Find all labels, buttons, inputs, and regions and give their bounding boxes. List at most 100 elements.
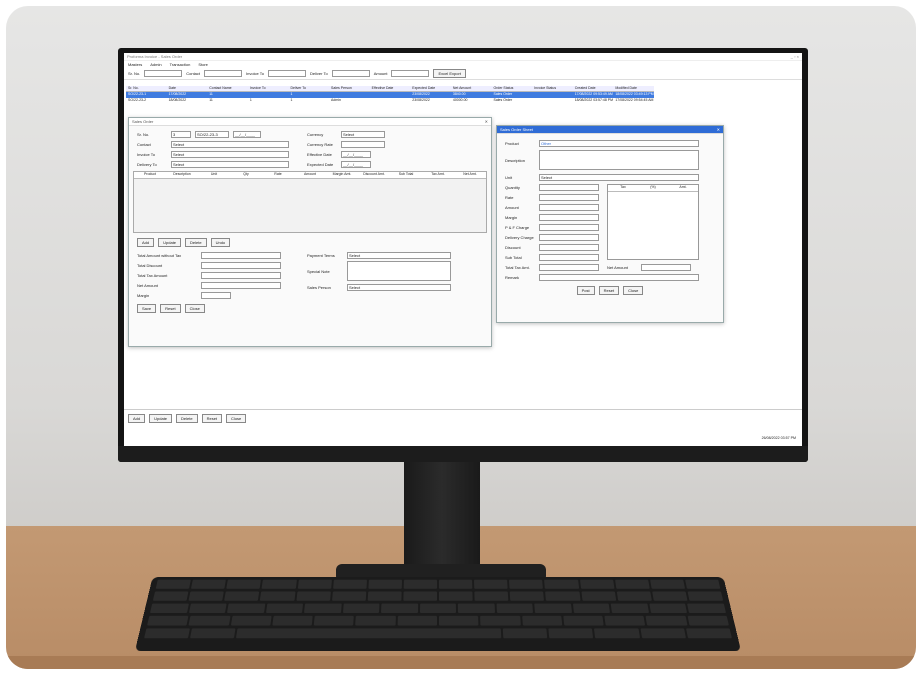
column-header[interactable]: Contact Name [207,86,248,91]
currency-rate-field[interactable] [341,140,385,148]
delivery-charge-field[interactable] [539,233,599,241]
order-date-field[interactable]: __/__/____ [233,130,261,138]
item-delete-button[interactable]: Delete [185,238,207,247]
net-amount-field[interactable] [641,263,691,271]
table-row[interactable]: SO/22-23-2 18/08/2022 11 1 1 Admin 23/08/20… [126,98,654,104]
column-header[interactable]: Invoice Status [532,86,573,91]
unit-select[interactable]: Select [539,173,699,181]
sub-total-field[interactable] [539,253,599,261]
menu-bar: Masters Admin Transaction Store [124,61,802,68]
total-field[interactable] [201,261,281,269]
column-header[interactable]: Expected Date [410,86,451,91]
total-field[interactable] [201,281,281,289]
field-label: Remark [505,274,520,280]
close-button[interactable]: Close [184,304,205,313]
cell: 11 [209,98,213,102]
filter-input[interactable] [204,70,243,77]
column-header[interactable]: Modified Date [613,86,654,91]
total-field[interactable] [201,271,281,279]
product-select[interactable]: Other [539,139,699,147]
column-header[interactable]: Deliver To [288,86,329,91]
field-label: Product [505,140,519,146]
sales-person-select[interactable]: Select [347,283,451,291]
column-header: Sub Total [398,172,414,176]
filter-input[interactable] [331,70,370,77]
total-field[interactable] [201,251,281,259]
reset-button[interactable]: Reset [160,304,181,313]
item-add-button[interactable]: Add [137,238,155,247]
items-table: Product Description Unit Qty Rate Amount Ma… [133,171,487,233]
app-title: Proforma Invoice - Sales Order [127,54,183,59]
post-button[interactable]: Post [576,286,595,295]
reset-button[interactable]: Reset [598,286,620,295]
sr-no-code-field[interactable]: SO/22-23-3 [195,130,229,138]
total-field[interactable] [201,291,231,299]
total-label: Total Tax Amount [137,272,168,278]
total-label: Net Amount [137,282,158,288]
excel-export-button[interactable]: Excel Export [433,69,466,78]
field-label: Margin [505,214,518,220]
menu-masters[interactable]: Masters [128,62,142,67]
cell: 1 [249,98,252,102]
close-button[interactable]: Close [623,286,644,295]
save-button[interactable]: Save [137,304,157,313]
delete-button[interactable]: Delete [176,414,198,423]
payment-terms-select[interactable]: Select [347,251,451,259]
description-field[interactable] [539,150,699,170]
cell [532,98,573,104]
reset-button[interactable]: Reset [201,414,223,423]
cell: 1 [290,98,293,102]
filter-input[interactable] [391,70,430,77]
rate-field[interactable] [539,193,599,201]
bottom-toolbar: Add Update Delete Reset Close [124,409,802,427]
invoice-to-select[interactable]: Select [171,150,289,158]
currency-select[interactable]: Select [341,130,385,138]
column-header[interactable]: Invoice To [248,86,289,91]
menu-admin[interactable]: Admin [150,62,161,67]
item-undo-button[interactable]: Undo [210,238,231,247]
filter-label: Invoice To [246,71,264,76]
filter-input[interactable] [267,70,306,77]
menu-store[interactable]: Store [198,62,208,67]
quantity-field[interactable] [539,183,599,191]
column-header[interactable]: Effective Date [370,86,411,91]
contact-select[interactable]: Select [171,140,289,148]
column-header: Product [143,172,157,176]
special-note-field[interactable] [347,261,451,281]
column-header: Net Amt. [463,172,477,176]
tax-table: Tax (%) Amt. [607,184,699,260]
order-sheet-titlebar: Sales Order Sheet ✕ [497,126,723,134]
expected-date-field[interactable]: __/__/____ [341,160,371,168]
column-header[interactable]: Sales Person [329,86,370,91]
amount-field[interactable] [539,203,599,211]
column-header[interactable]: Order Status [491,86,532,91]
cell: 18/08/2022 [168,98,187,102]
desk-edge [6,656,916,669]
order-sheet-title: Sales Order Sheet [500,127,533,132]
column-header[interactable]: Sr. No. [126,86,167,91]
margin-field[interactable] [539,213,599,221]
remark-field[interactable] [539,273,699,281]
menu-transaction[interactable]: Transaction [170,62,191,67]
sales-order-window: Sales Order ✕ Sr. No. 3 SO/22-23-3 __/__/___… [128,117,492,347]
close-button[interactable]: Close [226,414,247,423]
delivery-to-select[interactable]: Select [171,160,289,168]
pf-charge-field[interactable] [539,223,599,231]
close-icon[interactable]: ✕ [717,127,720,132]
window-controls[interactable]: _ ▫ × [791,54,799,59]
effective-date-field[interactable]: __/__/____ [341,150,371,158]
update-button[interactable]: Update [149,414,173,423]
sales-order-titlebar: Sales Order ✕ [129,118,491,126]
total-tax-field[interactable] [539,263,599,271]
filter-label: Contact [186,71,201,76]
column-header[interactable]: Net Amount [451,86,492,91]
cell: 17/08/2022 09:54:45 AM [615,98,654,102]
item-update-button[interactable]: Update [158,238,182,247]
column-header[interactable]: Date [167,86,208,91]
column-header[interactable]: Created Date [573,86,614,91]
add-button[interactable]: Add [128,414,146,423]
close-icon[interactable]: ✕ [485,119,488,124]
sr-no-field[interactable]: 3 [171,130,191,138]
filter-input[interactable] [144,70,183,77]
discount-field[interactable] [539,243,599,251]
